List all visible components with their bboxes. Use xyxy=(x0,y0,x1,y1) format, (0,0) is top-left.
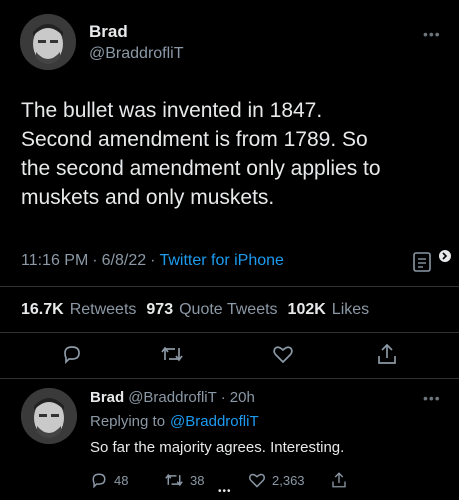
replying-prefix: Replying to xyxy=(90,413,166,430)
reply-icon[interactable] xyxy=(61,343,83,365)
tweet-meta: 11:16 PM · 6/8/22 · Twitter for iPhone xyxy=(21,252,284,270)
reply-time-ago[interactable]: 20h xyxy=(230,389,255,406)
tweet-date[interactable]: 6/8/22 xyxy=(102,252,146,270)
retweets-count[interactable]: 16.7K xyxy=(21,301,64,319)
likes-label[interactable]: Likes xyxy=(332,301,369,319)
reply-action-bar: 48 38 2,363 xyxy=(90,471,390,489)
like-count[interactable]: 2,363 xyxy=(272,473,324,488)
analytics-icon[interactable] xyxy=(412,248,452,274)
likes-count[interactable]: 102K xyxy=(288,301,326,319)
divider xyxy=(0,286,459,287)
avatar[interactable] xyxy=(20,14,76,70)
more-icon[interactable]: ••• xyxy=(423,390,441,406)
tweet-text-line: The bullet was invented in 1847. xyxy=(21,99,323,122)
engagement-stats: 16.7K Retweets 973 Quote Tweets 102K Lik… xyxy=(21,301,369,319)
tweet-source[interactable]: Twitter for iPhone xyxy=(159,252,284,270)
quotes-count[interactable]: 973 xyxy=(146,301,173,319)
tweet-time[interactable]: 11:16 PM xyxy=(21,252,88,270)
more-icon[interactable]: ••• xyxy=(423,26,441,42)
tweet-text-line: the second amendment only applies to xyxy=(21,157,381,180)
reply-count[interactable]: 48 xyxy=(114,473,158,488)
quotes-label[interactable]: Quote Tweets xyxy=(179,301,277,319)
tweet-text: The bullet was invented in 1847. Second … xyxy=(21,96,451,212)
retweet-icon[interactable] xyxy=(160,343,184,365)
divider xyxy=(0,332,459,333)
reply-author-name[interactable]: Brad xyxy=(90,389,124,406)
meta-separator: · xyxy=(150,252,156,269)
page-indicator: ••• xyxy=(218,486,232,497)
author-handle[interactable]: @BraddrofliT xyxy=(89,45,184,63)
share-icon[interactable] xyxy=(376,342,398,366)
reply-icon[interactable] xyxy=(90,471,108,489)
tweet-text-line: muskets and only muskets. xyxy=(21,186,275,209)
tweet-text-line: Second amendment is from 1789. So xyxy=(21,128,368,151)
share-icon[interactable] xyxy=(330,471,348,489)
reply-text: So far the majority agrees. Interesting. xyxy=(90,439,345,456)
meta-separator: · xyxy=(92,252,98,269)
reply-author-handle[interactable]: @BraddrofliT xyxy=(128,389,217,406)
like-icon[interactable] xyxy=(248,471,266,489)
retweet-icon[interactable] xyxy=(164,471,184,489)
replying-handle[interactable]: @BraddrofliT xyxy=(170,413,259,430)
meta-separator: · xyxy=(220,389,226,406)
retweet-count[interactable]: 38 xyxy=(190,473,242,488)
avatar[interactable] xyxy=(21,388,77,444)
retweets-label[interactable]: Retweets xyxy=(70,301,137,319)
author-name[interactable]: Brad xyxy=(89,22,128,42)
divider xyxy=(0,378,459,379)
replying-to: Replying to @BraddrofliT xyxy=(90,413,259,430)
reply-header: Brad @BraddrofliT · 20h xyxy=(90,389,255,406)
like-icon[interactable] xyxy=(272,343,294,365)
